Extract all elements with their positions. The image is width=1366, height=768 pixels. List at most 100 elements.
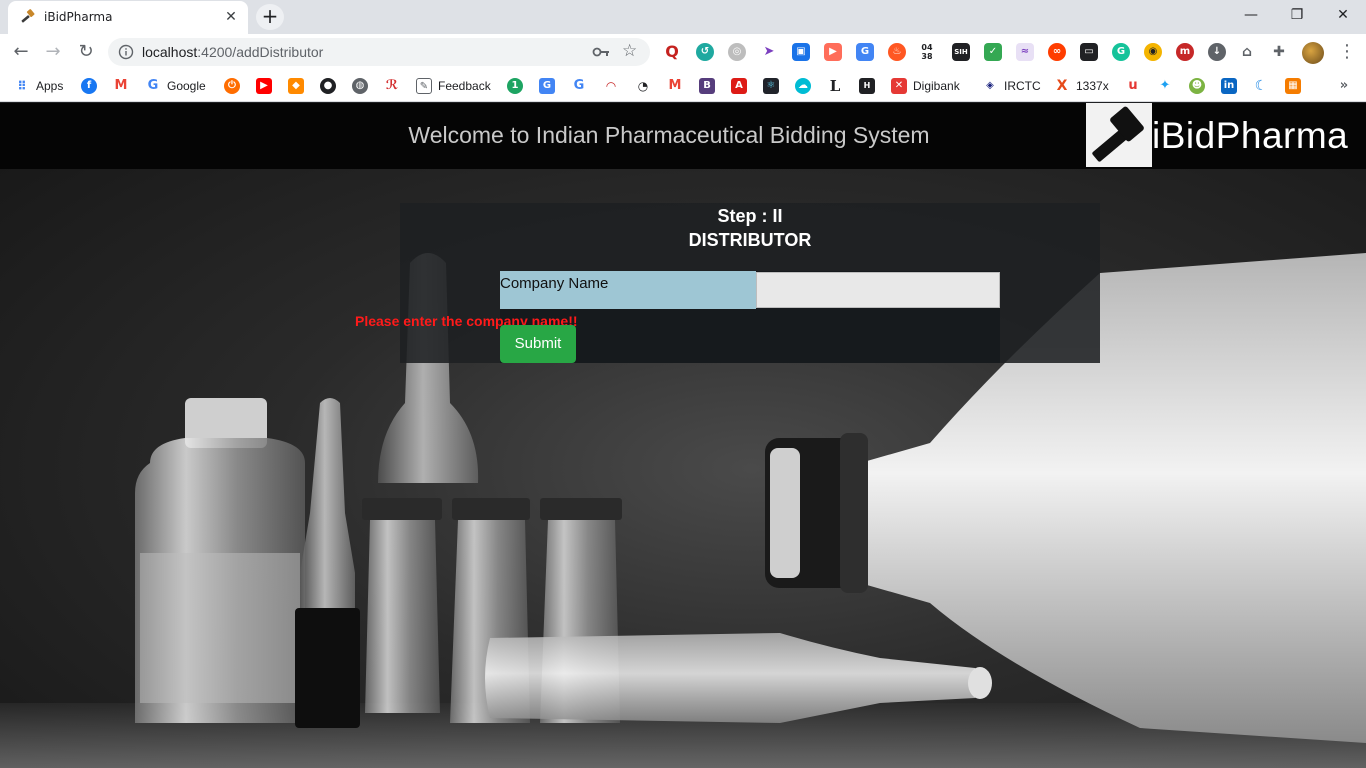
quora-extension-icon[interactable]: Q	[663, 43, 681, 61]
restore-icon[interactable]: ❐	[1274, 4, 1320, 26]
fire-extension-icon[interactable]: ♨	[888, 43, 906, 61]
key-icon[interactable]	[592, 44, 610, 60]
reader-extension-icon[interactable]: m	[1176, 43, 1194, 61]
bookmark-hackernoon[interactable]: H	[859, 76, 875, 96]
screenshot-extension-icon[interactable]: ▣	[792, 43, 810, 61]
shield-extension-icon[interactable]: ✓	[984, 43, 1002, 61]
number-one-icon: 1	[507, 78, 523, 94]
bookmark-youtube[interactable]: ▶	[256, 76, 272, 96]
speedometer-icon: ◠	[606, 79, 616, 93]
bookmark-star-icon[interactable]: ☆	[622, 41, 637, 61]
translate-extension-icon[interactable]: G	[856, 43, 874, 61]
apps-grid-icon: ⠿	[17, 79, 27, 93]
bootstrap-icon: B	[699, 78, 715, 94]
profile-avatar[interactable]	[1302, 42, 1324, 64]
bookmark-globe[interactable]: ◍	[352, 76, 368, 96]
sih-extension-icon[interactable]: SIH	[952, 43, 970, 61]
github-icon: ●	[320, 78, 336, 94]
owl-extension-icon[interactable]: ◉	[1144, 43, 1162, 61]
twitter-icon: ✦	[1159, 78, 1171, 93]
bookmark-gmail-2[interactable]: M	[667, 76, 683, 96]
bookmark-gauge[interactable]: ◔	[635, 76, 651, 96]
bookmark-google-label: Google	[167, 79, 206, 93]
pip-extension-icon[interactable]: ▭	[1080, 43, 1098, 61]
bookmarks-overflow[interactable]: »	[1336, 76, 1352, 96]
cursor-extension-icon[interactable]: ➤	[760, 43, 778, 61]
bookmark-power[interactable]: ⏻	[224, 76, 240, 96]
bookmark-1337x[interactable]: X 1337x	[1054, 76, 1109, 96]
grammarly-extension-icon[interactable]: G	[1112, 43, 1130, 61]
bookmark-feedback[interactable]: ✎ Feedback	[416, 76, 491, 96]
address-url[interactable]: localhost:4200/addDistributor	[142, 44, 323, 60]
address-bar[interactable]: localhost:4200/addDistributor ☆	[108, 38, 650, 66]
close-window-icon[interactable]: ✕	[1320, 4, 1366, 26]
form-heading: DISTRIBUTOR	[688, 230, 812, 250]
crescent-icon: ☾	[1254, 78, 1268, 94]
double-chevron-icon: »	[1339, 78, 1349, 93]
grid-orange-icon: ▦	[1285, 78, 1301, 94]
bookmark-l[interactable]: L	[827, 76, 843, 96]
tab-close-icon[interactable]: ✕	[222, 8, 240, 26]
x-icon: X	[1056, 78, 1068, 94]
react-icon: ⚛	[763, 78, 779, 94]
bookmark-google[interactable]: G Google	[145, 76, 206, 96]
site-header: Welcome to Indian Pharmaceutical Bidding…	[0, 103, 1366, 169]
back-icon[interactable]: ←	[8, 39, 34, 65]
bookmark-react[interactable]: ⚛	[763, 76, 779, 96]
bookmark-apps[interactable]: ⠿ Apps	[14, 76, 63, 96]
download-extension-icon[interactable]: ↓	[1208, 43, 1226, 61]
bookmark-upwork[interactable]: u	[1125, 76, 1141, 96]
bookmark-cube[interactable]: ◆	[288, 76, 304, 96]
bookmark-linkedin[interactable]: in	[1221, 76, 1237, 96]
bookmark-apps-label: Apps	[36, 79, 64, 93]
forward-icon[interactable]: →	[40, 39, 66, 65]
wave-extension-icon[interactable]: ≈	[1016, 43, 1034, 61]
info-icon[interactable]	[118, 44, 134, 60]
google-icon: G	[147, 78, 159, 93]
browser-toolbar: ← → ↻ localhost:4200/addDistributor ☆ Q …	[0, 34, 1366, 70]
irctc-icon: ◈	[986, 80, 994, 91]
browser-tab[interactable]: iBidPharma ✕	[8, 1, 248, 34]
ibidpharma-logo[interactable]: iBidPharma	[1086, 103, 1366, 169]
infinity-extension-icon[interactable]: ∞	[1048, 43, 1066, 61]
google-icon: G	[573, 78, 585, 93]
bookmark-twitter[interactable]: ✦	[1157, 76, 1173, 96]
company-name-input[interactable]	[756, 272, 1000, 308]
extensions-puzzle-icon[interactable]: ✚	[1270, 43, 1288, 61]
bookmark-speed[interactable]: ◠	[603, 76, 619, 96]
bookmark-github[interactable]: ●	[320, 76, 336, 96]
bookmark-gmail[interactable]: M	[113, 76, 129, 96]
bookmark-feedback-label: Feedback	[438, 79, 491, 93]
browser-menu-icon[interactable]: ⋮	[1338, 40, 1356, 64]
bookmark-irctc[interactable]: ◈ IRCTC	[982, 76, 1041, 96]
bookmark-cloud[interactable]: ☁	[795, 76, 811, 96]
bookmark-one[interactable]: 1	[507, 76, 523, 96]
bookmark-moon[interactable]: ☾	[1253, 76, 1269, 96]
globe-icon: ◍	[352, 78, 368, 94]
bookmark-translate[interactable]: G	[539, 76, 555, 96]
clock-extension-icon[interactable]: 04 38	[918, 43, 936, 61]
bookmark-facebook[interactable]: f	[81, 76, 97, 96]
grammar-extension-icon[interactable]: ↺	[696, 43, 714, 61]
digibank-icon: ✕	[891, 78, 907, 94]
logo-text: iBidPharma	[1152, 115, 1349, 156]
circle-extension-icon[interactable]: ◎	[728, 43, 746, 61]
submit-button[interactable]: Submit	[500, 325, 576, 363]
bookmark-frog[interactable]: ☻	[1189, 76, 1205, 96]
video-extension-icon[interactable]: ▶	[824, 43, 842, 61]
new-tab-button[interactable]: +	[256, 4, 284, 30]
minimize-icon[interactable]: —	[1228, 4, 1274, 26]
cube-icon: ◆	[288, 78, 304, 94]
step-indicator: Step : II	[717, 206, 783, 226]
bookmark-runner[interactable]: ℛ	[384, 76, 400, 96]
letter-l-icon: L	[829, 77, 841, 95]
runner-icon: ℛ	[385, 78, 399, 93]
bookmark-digibank[interactable]: ✕ Digibank	[891, 76, 960, 96]
cast-extension-icon[interactable]: ⌂	[1238, 43, 1256, 61]
bookmark-bootstrap[interactable]: B	[699, 76, 715, 96]
page-body: Welcome to Indian Pharmaceutical Bidding…	[0, 103, 1366, 768]
bookmark-google-2[interactable]: G	[571, 76, 587, 96]
reload-icon[interactable]: ↻	[73, 39, 99, 65]
bookmark-angular[interactable]: A	[731, 76, 747, 96]
bookmark-orange[interactable]: ▦	[1285, 76, 1301, 96]
